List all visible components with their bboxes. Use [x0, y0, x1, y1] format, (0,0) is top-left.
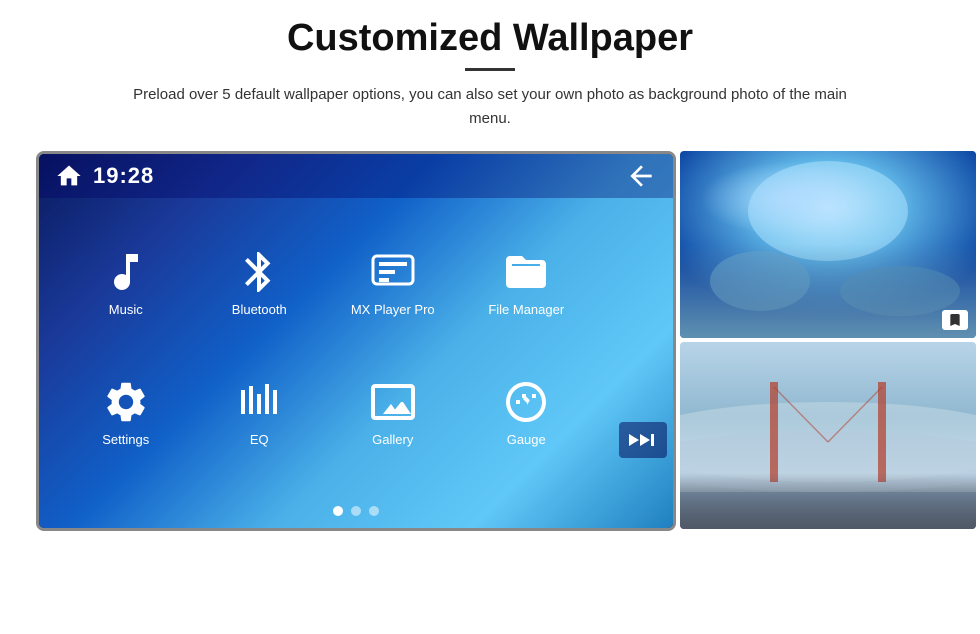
app-bluetooth[interactable]: Bluetooth [193, 218, 327, 348]
app-eq[interactable]: EQ [193, 348, 327, 478]
music-icon [102, 248, 150, 296]
app-gallery[interactable]: Gallery [326, 348, 460, 478]
app-bluetooth-label: Bluetooth [232, 302, 287, 317]
mxplayer-icon [369, 248, 417, 296]
app-settings[interactable]: Settings [59, 348, 193, 478]
app-gauge-label: Gauge [507, 432, 546, 447]
screen-topbar: 19:28 [39, 154, 673, 198]
screen-sidebar [613, 208, 673, 488]
app-grid: Music Bluetooth MX Playe [39, 208, 613, 488]
bookmark-badge [942, 310, 968, 330]
page-container: Customized Wallpaper Preload over 5 defa… [0, 0, 980, 634]
title-underline [465, 68, 515, 71]
images-column [680, 151, 976, 531]
filemanager-icon [502, 248, 550, 296]
page-title: Customized Wallpaper [287, 18, 693, 60]
app-settings-label: Settings [102, 432, 149, 447]
gauge-icon [502, 378, 550, 426]
topbar-left: 19:28 [55, 162, 154, 190]
car-screen: 19:28 [39, 154, 673, 528]
screen-dots [39, 498, 673, 528]
home-icon[interactable] [55, 162, 83, 190]
app-filemanager[interactable]: File Manager [460, 218, 594, 348]
app-mxplayer[interactable]: MX Player Pro [326, 218, 460, 348]
ice-cave-image [680, 151, 976, 338]
app-music-label: Music [109, 302, 143, 317]
bluetooth-icon [235, 248, 283, 296]
back-icon[interactable] [625, 160, 657, 192]
eq-icon [235, 378, 283, 426]
wallpaper-thumb-2[interactable] [680, 342, 976, 529]
app-filemanager-label: File Manager [488, 302, 564, 317]
skip-button[interactable] [619, 422, 667, 458]
bridge-image [680, 342, 976, 529]
app-music[interactable]: Music [59, 218, 193, 348]
app-gallery-label: Gallery [372, 432, 413, 447]
settings-icon [102, 378, 150, 426]
app-mxplayer-label: MX Player Pro [351, 302, 435, 317]
screen-time: 19:28 [93, 163, 154, 189]
dot-1[interactable] [333, 506, 343, 516]
page-description: Preload over 5 default wallpaper options… [115, 83, 865, 131]
gallery-icon [369, 378, 417, 426]
topbar-right [625, 160, 657, 192]
wallpaper-thumb-1[interactable] [680, 151, 976, 338]
app-gauge[interactable]: Gauge [460, 348, 594, 478]
app-eq-label: EQ [250, 432, 269, 447]
dot-2[interactable] [351, 506, 361, 516]
dot-3[interactable] [369, 506, 379, 516]
screen-apps: Music Bluetooth MX Playe [39, 198, 673, 498]
content-row: 19:28 [0, 151, 980, 531]
car-screen-wrapper: 19:28 [36, 151, 676, 531]
